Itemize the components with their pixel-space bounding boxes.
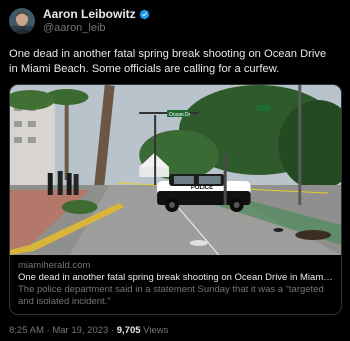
display-name-row: Aaron Leibowitz (43, 7, 150, 22)
footer-separator: · (46, 325, 50, 336)
link-card[interactable]: POLICE Ocean Dr miamiherald.com One dead… (9, 84, 342, 315)
tweet: Aaron Leibowitz @aaron_leib One dead in … (0, 0, 350, 341)
handle[interactable]: @aaron_leib (43, 22, 150, 35)
tweet-header: Aaron Leibowitz @aaron_leib (9, 6, 341, 36)
street-sign-label: Ocean Dr (169, 112, 191, 118)
police-car-label: POLICE (191, 185, 213, 191)
verified-badge-icon (139, 9, 149, 20)
avatar[interactable] (9, 8, 35, 34)
card-meta: miamiherald.com One dead in another fata… (10, 255, 341, 314)
tweet-footer: 8:25 AM · Mar 19, 2023 · 9,705 Views (9, 325, 341, 336)
card-title[interactable]: One dead in another fatal spring break s… (18, 272, 333, 284)
views-count: 9,705 (116, 325, 141, 336)
card-description: The police department said in a statemen… (18, 284, 324, 307)
views-label: Views (143, 325, 169, 336)
author-names: Aaron Leibowitz @aaron_leib (43, 7, 150, 35)
tweet-text: One dead in another fatal spring break s… (9, 48, 327, 75)
card-domain[interactable]: miamiherald.com (18, 260, 333, 272)
card-image[interactable]: POLICE Ocean Dr (10, 85, 341, 255)
tweet-date[interactable]: Mar 19, 2023 (52, 325, 108, 336)
display-name[interactable]: Aaron Leibowitz (43, 7, 136, 22)
tweet-time[interactable]: 8:25 AM (9, 325, 44, 336)
footer-separator: · (110, 325, 115, 336)
